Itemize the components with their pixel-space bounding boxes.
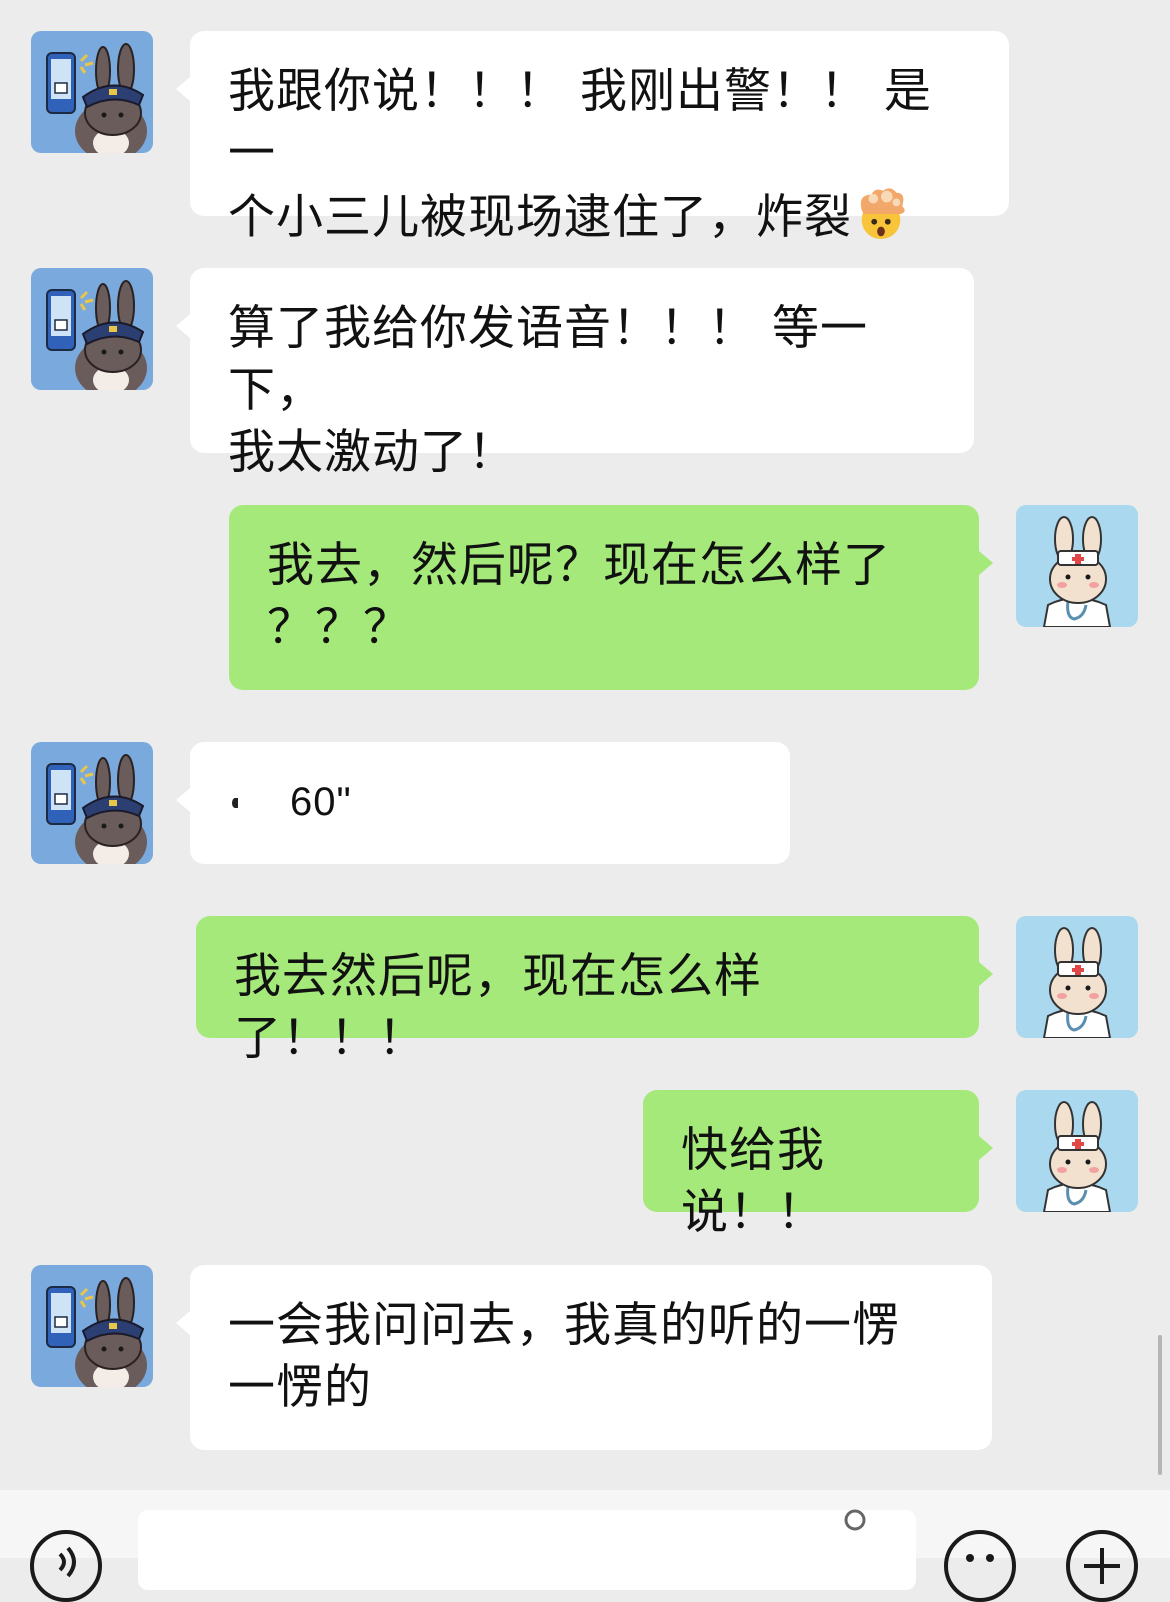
bubble-tail xyxy=(979,1136,993,1160)
voice-message-bubble[interactable]: 60" xyxy=(176,742,790,864)
message-bubble[interactable]: 我去然后呢，现在怎么样了！！！ xyxy=(196,916,993,1066)
bubble-tail xyxy=(979,962,993,986)
police-bunny-avatar-icon xyxy=(31,1265,153,1387)
scrollbar[interactable] xyxy=(1158,1335,1162,1475)
doctor-bunny-avatar-icon xyxy=(1016,505,1138,627)
contact-avatar[interactable] xyxy=(31,742,153,864)
message-text-line: 个小三儿被现场逮住了，炸裂 xyxy=(228,185,969,249)
bubble-tail xyxy=(176,314,190,338)
message-text-line: 我太激动了！ xyxy=(228,425,516,480)
my-avatar[interactable] xyxy=(1016,1090,1138,1212)
message-text-line: ？？？ xyxy=(267,600,411,655)
contact-avatar[interactable] xyxy=(31,268,153,390)
message-input[interactable] xyxy=(138,1509,916,1590)
police-bunny-avatar-icon xyxy=(31,742,153,864)
message-text-line: 算了我给你发语音！！！ 等一下， xyxy=(228,301,868,418)
message-text-line: 我跟你说！！！ 我刚出警！！ 是一 xyxy=(228,64,932,181)
chat-message-list[interactable]: 我跟你说！！！ 我刚出警！！ 是一 个小三儿被现场逮住了，炸裂 算了我给你发语音… xyxy=(0,0,1170,1490)
message-text-line: 一会我问问去，我真的听的一愣 xyxy=(228,1298,900,1353)
bubble-tail xyxy=(176,788,190,812)
voice-mode-icon[interactable] xyxy=(30,1530,102,1602)
my-avatar[interactable] xyxy=(1016,916,1138,1038)
chat-input-bar xyxy=(0,1490,1170,1602)
bubble-tail xyxy=(176,1311,190,1335)
bubble-tail xyxy=(176,77,190,101)
emoji-icon[interactable] xyxy=(944,1530,1016,1602)
plus-icon[interactable] xyxy=(1066,1530,1138,1602)
message-text-line: 我去然后呢，现在怎么样了！！！ xyxy=(234,949,762,1066)
exploding-head-emoji-icon xyxy=(860,188,905,240)
police-bunny-avatar-icon xyxy=(31,31,153,153)
doctor-bunny-avatar-icon xyxy=(1016,916,1138,1038)
message-bubble[interactable]: 我跟你说！！！ 我刚出警！！ 是一 个小三儿被现场逮住了，炸裂 xyxy=(176,31,1009,245)
message-text-line: 一愣的 xyxy=(228,1360,372,1415)
bubble-tail xyxy=(979,551,993,575)
message-bubble[interactable]: 一会我问问去，我真的听的一愣 一愣的 xyxy=(176,1265,992,1450)
message-text-line: 我去，然后呢？现在怎么样了 xyxy=(267,538,891,593)
voice-wave-icon xyxy=(232,798,238,808)
message-text-line: 快给我说！！ xyxy=(681,1123,825,1240)
police-bunny-avatar-icon xyxy=(31,268,153,390)
contact-avatar[interactable] xyxy=(31,31,153,153)
message-bubble[interactable]: 快给我说！！ xyxy=(643,1090,993,1240)
message-bubble[interactable]: 算了我给你发语音！！！ 等一下， 我太激动了！ xyxy=(176,268,974,480)
voice-duration: 60" xyxy=(290,780,352,824)
message-bubble[interactable]: 我去，然后呢？现在怎么样了 ？？？ xyxy=(229,505,993,690)
contact-avatar[interactable] xyxy=(31,1265,153,1387)
doctor-bunny-avatar-icon xyxy=(1016,1090,1138,1212)
mic-hint-icon xyxy=(844,1509,866,1531)
my-avatar[interactable] xyxy=(1016,505,1138,627)
